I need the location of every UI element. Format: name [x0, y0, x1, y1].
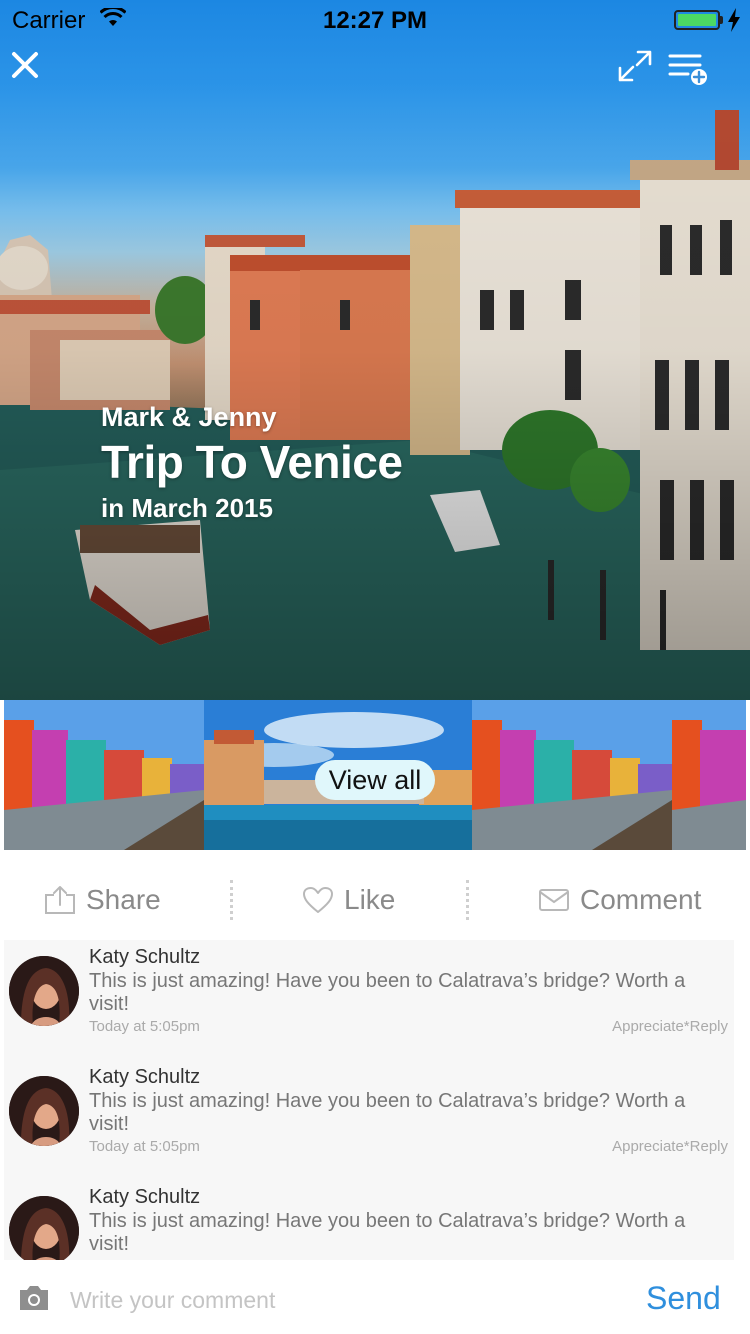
charging-bolt-icon: [728, 8, 740, 32]
close-icon[interactable]: [8, 48, 42, 82]
comment-author: Katy Schultz: [89, 1066, 201, 1088]
photo-thumbnail[interactable]: [672, 700, 746, 850]
like-label: Like: [344, 884, 396, 915]
comment-item: Katy Schultz This is just amazing! Have …: [4, 940, 734, 1060]
share-icon: [45, 886, 75, 914]
comment-button[interactable]: Comment: [538, 878, 701, 922]
send-button[interactable]: Send: [646, 1280, 721, 1317]
comment-text: This is just amazing! Have you been to C…: [89, 1210, 686, 1255]
album-title: Trip To Venice: [101, 436, 403, 488]
appreciate-reply-link[interactable]: Appreciate*Reply: [612, 1018, 728, 1035]
expand-icon[interactable]: [616, 48, 654, 84]
comment-label: Comment: [580, 884, 702, 915]
avatar[interactable]: [9, 1196, 79, 1260]
camera-icon[interactable]: [18, 1284, 50, 1312]
venice-canal-photo: [0, 0, 750, 700]
like-button[interactable]: Like: [302, 878, 395, 922]
share-button[interactable]: Share: [44, 878, 161, 922]
album-caption: Mark & Jenny Trip To Venice in March 201…: [101, 400, 403, 526]
comment-input[interactable]: [70, 1280, 610, 1320]
photo-thumbnail[interactable]: [472, 700, 672, 850]
divider: [466, 880, 469, 920]
action-bar: Share Like Comment: [0, 858, 750, 940]
avatar[interactable]: [9, 1076, 79, 1146]
comment-composer: Send: [0, 1262, 750, 1334]
appreciate-reply-link[interactable]: Appreciate*Reply: [612, 1138, 728, 1155]
share-label: Share: [86, 884, 161, 915]
hero-cover-photo: Carrier 12:27 PM Mark & Jenny Trip To Ve…: [0, 0, 750, 700]
heart-icon: [303, 887, 333, 913]
avatar[interactable]: [9, 956, 79, 1026]
comment-item: Katy Schultz This is just amazing! Have …: [4, 1060, 734, 1180]
album-owners: Mark & Jenny: [101, 402, 277, 432]
view-all-button[interactable]: View all: [315, 760, 435, 800]
comment-item: Katy Schultz This is just amazing! Have …: [4, 1180, 734, 1260]
photo-thumbnail[interactable]: [4, 700, 204, 850]
album-date: in March 2015: [101, 493, 273, 523]
comment-text: This is just amazing! Have you been to C…: [89, 970, 686, 1015]
comment-author: Katy Schultz: [89, 1186, 201, 1208]
envelope-icon: [539, 889, 569, 911]
comment-text: This is just amazing! Have you been to C…: [89, 1090, 686, 1135]
comment-timestamp: Today at 5:05pm: [89, 1138, 200, 1155]
clock: 12:27 PM: [322, 7, 428, 34]
comment-author: Katy Schultz: [89, 946, 201, 968]
comment-timestamp: Today at 5:05pm: [89, 1018, 200, 1035]
battery-tip: [720, 16, 723, 24]
playlist-add-icon[interactable]: [666, 50, 712, 86]
comment-list: Katy Schultz This is just amazing! Have …: [4, 940, 734, 1260]
divider: [230, 880, 233, 920]
status-bar: Carrier 12:27 PM: [0, 0, 750, 40]
battery-icon: [674, 10, 720, 30]
